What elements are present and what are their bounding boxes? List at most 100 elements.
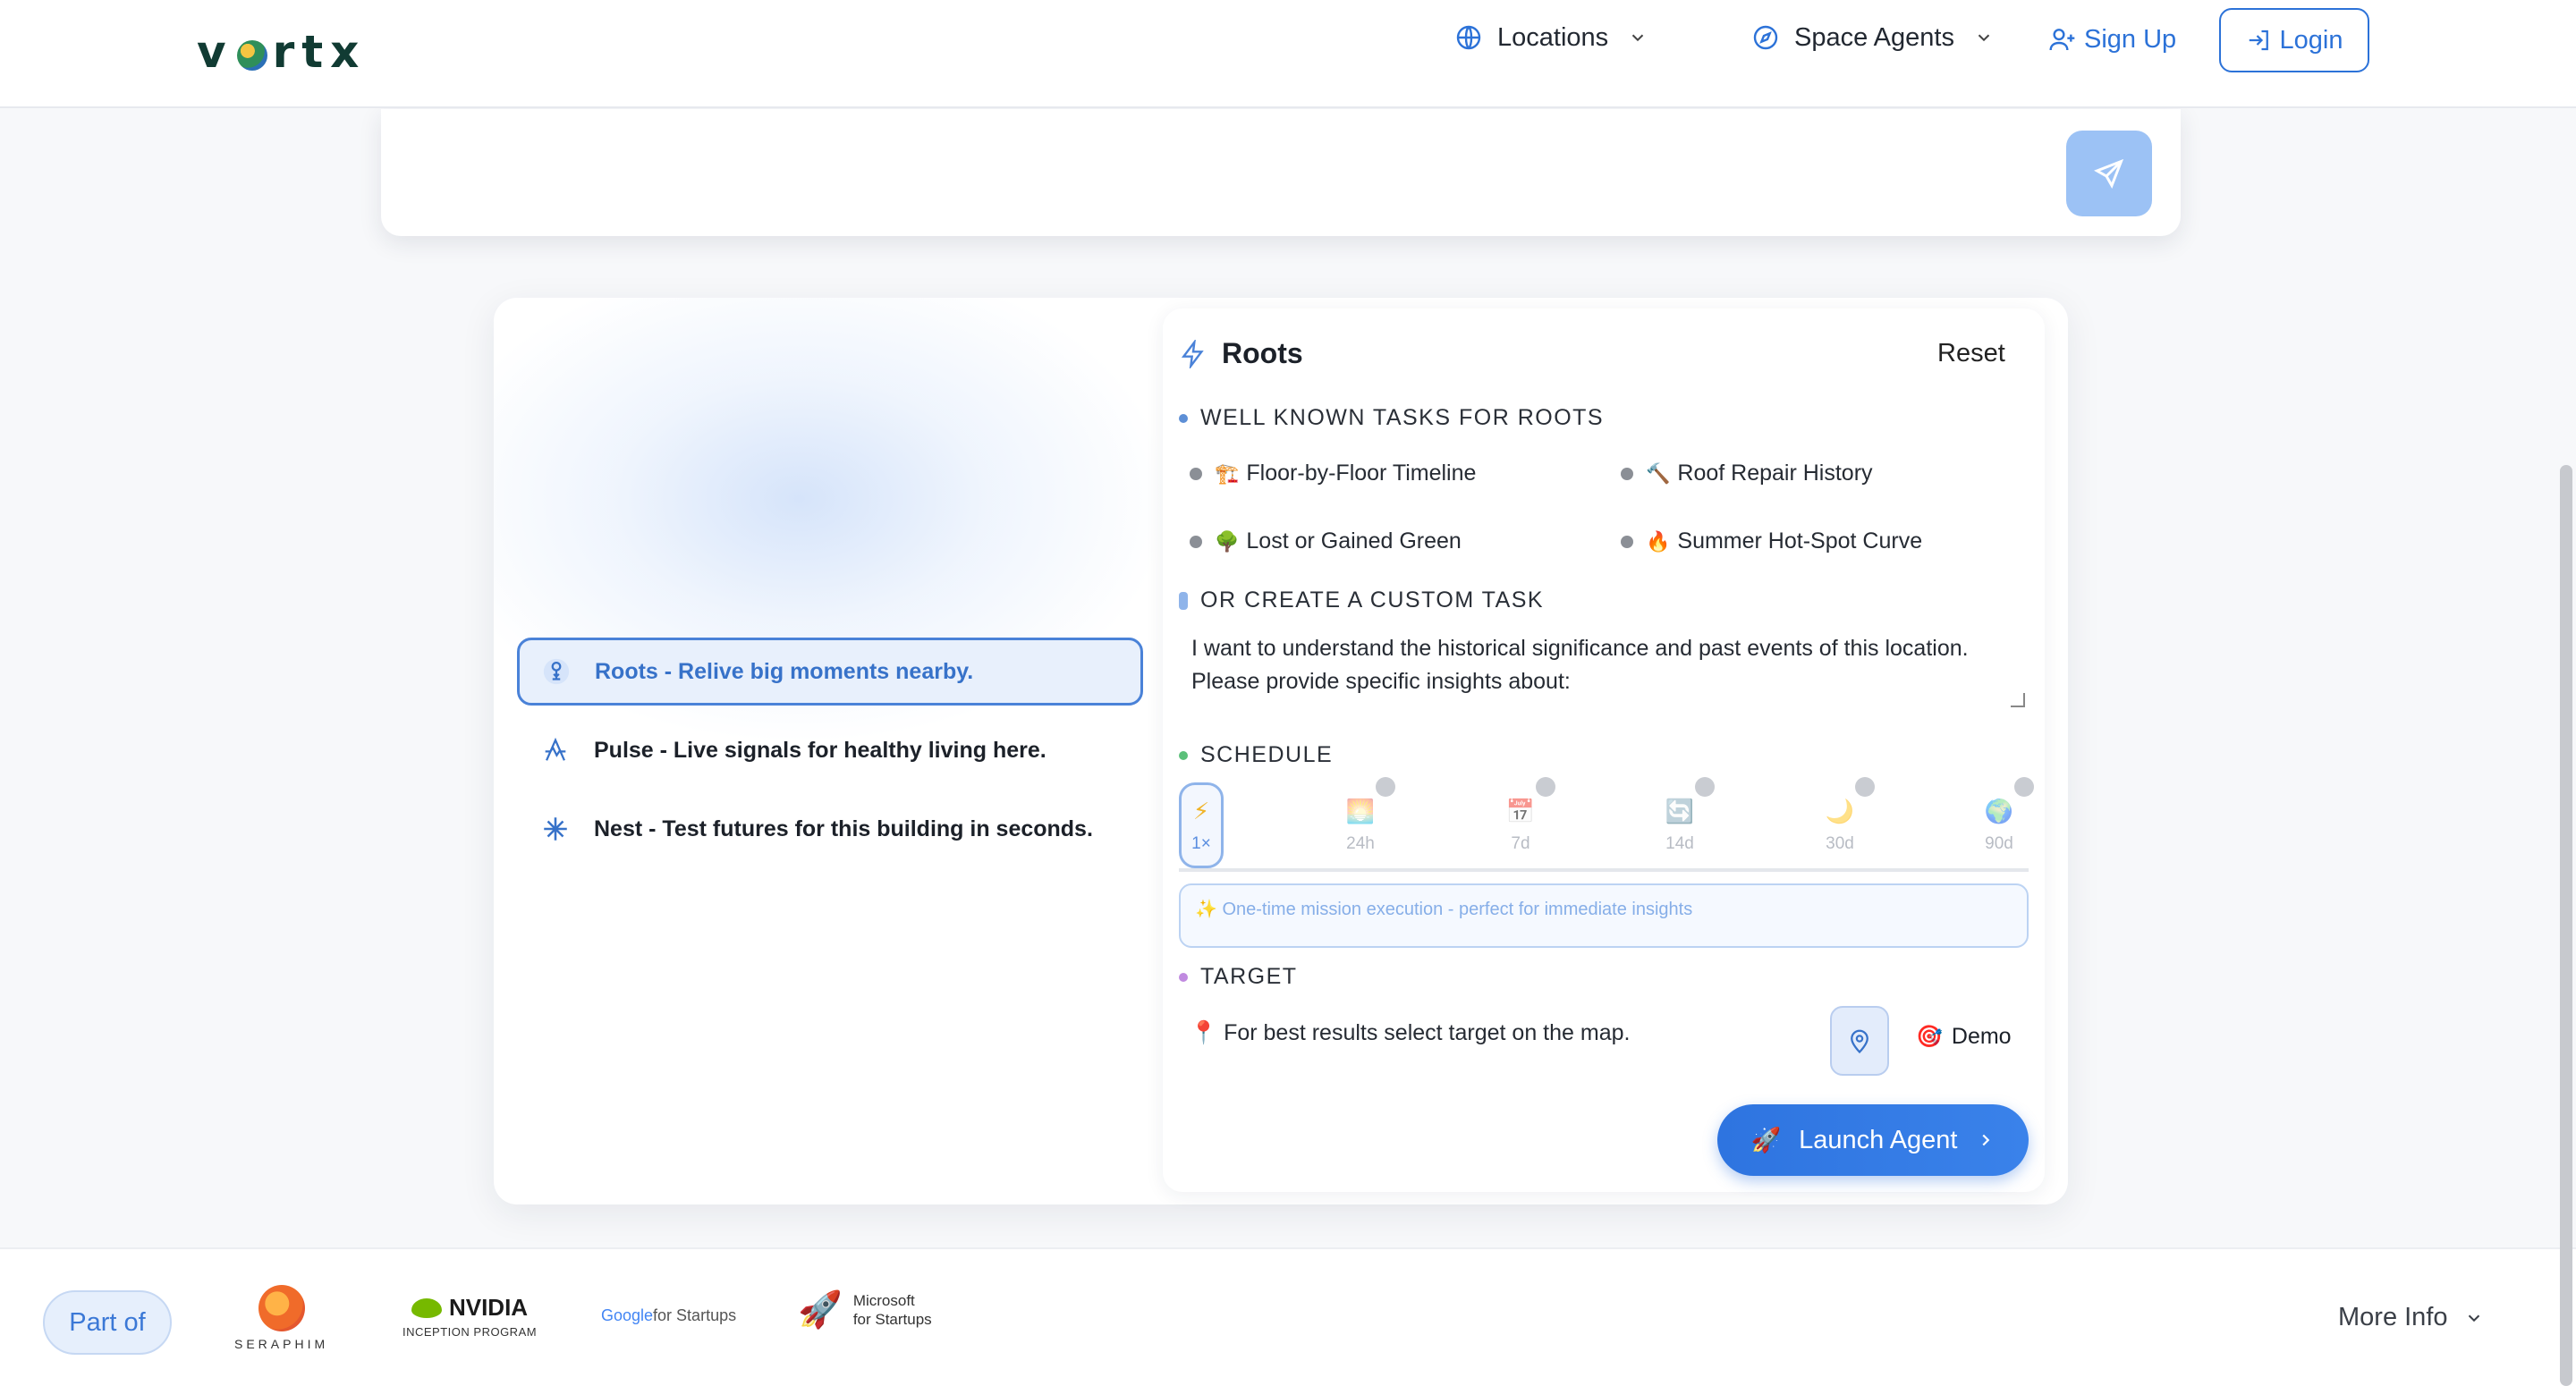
task-hot-spot[interactable]: 🔥 Summer Hot-Spot Curve xyxy=(1621,528,1922,554)
microsoft-startups-logo[interactable]: 🚀 Microsoft for Startups xyxy=(798,1289,932,1331)
schedule-section-label: SCHEDULE xyxy=(1179,742,1333,768)
task-label: Floor-by-Floor Timeline xyxy=(1246,461,1477,486)
send-button[interactable] xyxy=(2066,131,2152,216)
logo-globe-icon xyxy=(236,40,267,71)
pick-on-map-button[interactable] xyxy=(1830,1006,1889,1076)
rocket-icon: 🚀 xyxy=(798,1290,843,1330)
task-floor-timeline[interactable]: 🏗️ Floor-by-Floor Timeline xyxy=(1190,461,1476,486)
user-plus-icon xyxy=(2049,29,2075,51)
schedule-options: ⚡ 1× 🌅 24h 📅 7d 🔄 14d 🌙 30d 🌍 90d xyxy=(1179,777,2034,872)
google-suffix: for Startups xyxy=(653,1306,737,1324)
task-roof-repair[interactable]: 🔨 Roof Repair History xyxy=(1621,461,1873,486)
page-scrollbar[interactable] xyxy=(2560,465,2572,1386)
lock-icon xyxy=(1695,777,1715,797)
mode-label: Nest - Test futures for this building in… xyxy=(594,816,1093,841)
schedule-track xyxy=(1179,868,2029,872)
moon-icon: 🌙 xyxy=(1825,797,1855,824)
schedule-label: 24h xyxy=(1346,833,1375,853)
custom-section-label: OR CREATE A CUSTOM TASK xyxy=(1179,587,1544,613)
section-dot xyxy=(1179,750,1188,760)
section-dot xyxy=(1179,413,1188,423)
custom-section-text: OR CREATE A CUSTOM TASK xyxy=(1200,587,1545,613)
vortx-logo[interactable]: v rtx xyxy=(197,16,366,88)
more-info-toggle[interactable]: More Info xyxy=(2338,1303,2484,1332)
sign-up-link[interactable]: Sign Up xyxy=(2048,20,2176,59)
schedule-24h[interactable]: 🌅 24h xyxy=(1338,777,1395,868)
logo-letters-rtx: rtx xyxy=(272,26,367,78)
custom-task-textarea[interactable]: I want to understand the historical sign… xyxy=(1179,632,2029,722)
lock-icon xyxy=(1536,777,1555,797)
tasks-section-label: WELL KNOWN TASKS FOR ROOTS xyxy=(1179,405,1604,431)
calendar-icon: 📅 xyxy=(1505,797,1536,824)
target-hint: 📍 For best results select target on the … xyxy=(1190,1020,1631,1045)
launch-label: Launch Agent xyxy=(1799,1125,1958,1154)
task-label: Roof Repair History xyxy=(1677,461,1873,486)
pulse-icon xyxy=(545,737,566,761)
space-agents-menu[interactable]: Space Agents xyxy=(1751,18,1994,57)
fire-icon: 🔥 xyxy=(1646,529,1671,553)
compass-icon xyxy=(1753,25,1778,50)
target-section-label: TARGET xyxy=(1179,964,1298,990)
nvidia-logo[interactable]: NVIDIA INCEPTION PROGRAM xyxy=(402,1294,537,1339)
google-text: Google xyxy=(601,1306,654,1324)
repeat-icon: 🔄 xyxy=(1665,797,1695,824)
prompt-input[interactable] xyxy=(408,136,2063,207)
mode-roots[interactable]: Roots - Relive big moments nearby. xyxy=(517,638,1143,706)
mode-label: Pulse - Live signals for healthy living … xyxy=(594,737,1046,763)
login-button[interactable]: Login xyxy=(2219,8,2369,72)
seraphim-logo[interactable]: SERAPHIM xyxy=(234,1285,328,1351)
task-bullet xyxy=(1621,467,1633,480)
sign-up-label: Sign Up xyxy=(2084,24,2177,54)
schedule-label: 90d xyxy=(1985,833,2013,853)
part-of-badge: Part of xyxy=(43,1290,172,1355)
reset-button[interactable]: Reset xyxy=(1937,339,2005,368)
task-lost-green[interactable]: 🌳 Lost or Gained Green xyxy=(1190,528,1462,554)
lock-icon xyxy=(2014,777,2034,797)
resize-handle-icon[interactable] xyxy=(2011,693,2025,707)
sparkle-icon xyxy=(544,817,567,841)
locations-menu[interactable]: Locations xyxy=(1454,18,1648,57)
space-agents-label: Space Agents xyxy=(1794,22,1954,52)
sunrise-icon: 🌅 xyxy=(1345,797,1376,824)
schedule-section-text: SCHEDULE xyxy=(1200,742,1334,767)
crane-icon: 🏗️ xyxy=(1215,461,1240,485)
schedule-30d[interactable]: 🌙 30d xyxy=(1818,777,1875,868)
schedule-7d[interactable]: 📅 7d xyxy=(1498,777,1555,868)
rocket-icon: 🚀 xyxy=(1750,1127,1782,1154)
section-dot xyxy=(1179,972,1188,982)
chevron-down-icon xyxy=(1631,34,1644,42)
task-bullet xyxy=(1190,467,1202,480)
schedule-14d[interactable]: 🔄 14d xyxy=(1657,777,1715,868)
demo-label: Demo xyxy=(1951,1024,2012,1049)
mode-pulse[interactable]: Pulse - Live signals for healthy living … xyxy=(517,716,1143,784)
schedule-label: 30d xyxy=(1826,833,1854,853)
launch-agent-button[interactable]: 🚀 Launch Agent xyxy=(1717,1104,2029,1176)
lock-icon xyxy=(1376,777,1395,797)
schedule-once[interactable]: ⚡ 1× xyxy=(1179,782,1224,868)
top-navbar: v rtx Locations Space Agents Sign Up Logi… xyxy=(0,0,2576,108)
lock-icon xyxy=(1855,777,1875,797)
schedule-90d[interactable]: 🌍 90d xyxy=(1977,777,2034,868)
mode-list: Roots - Relive big moments nearby. Pulse… xyxy=(517,638,1143,874)
logo-letter-v: v xyxy=(197,26,233,78)
lightning-icon xyxy=(1181,339,1204,368)
tree-icon: 🌳 xyxy=(1215,529,1240,553)
seraphim-text: SERAPHIM xyxy=(234,1337,329,1351)
target-icon: 🎯 xyxy=(1916,1025,1943,1049)
map-pin-icon xyxy=(1851,1029,1868,1054)
task-label: Lost or Gained Green xyxy=(1246,528,1462,554)
more-info-label: More Info xyxy=(2338,1303,2448,1331)
task-panel: Roots Reset WELL KNOWN TASKS FOR ROOTS 🏗… xyxy=(1163,308,2045,1192)
chevron-right-icon xyxy=(1981,1134,1989,1146)
earth-icon: 🌍 xyxy=(1984,797,2014,824)
chevron-down-icon xyxy=(2468,1314,2479,1322)
seraphim-mark-icon xyxy=(258,1285,305,1331)
microsoft-line1: Microsoft xyxy=(852,1291,915,1309)
nvidia-text: NVIDIA xyxy=(448,1294,529,1321)
schedule-label: 1× xyxy=(1191,833,1211,853)
hammer-icon: 🔨 xyxy=(1646,461,1671,485)
demo-button[interactable]: 🎯 Demo xyxy=(1916,1024,2012,1050)
microsoft-text: Microsoft for Startups xyxy=(853,1291,932,1329)
google-startups-logo[interactable]: Google for Startups xyxy=(601,1306,736,1325)
mode-nest[interactable]: Nest - Test futures for this building in… xyxy=(517,795,1143,863)
